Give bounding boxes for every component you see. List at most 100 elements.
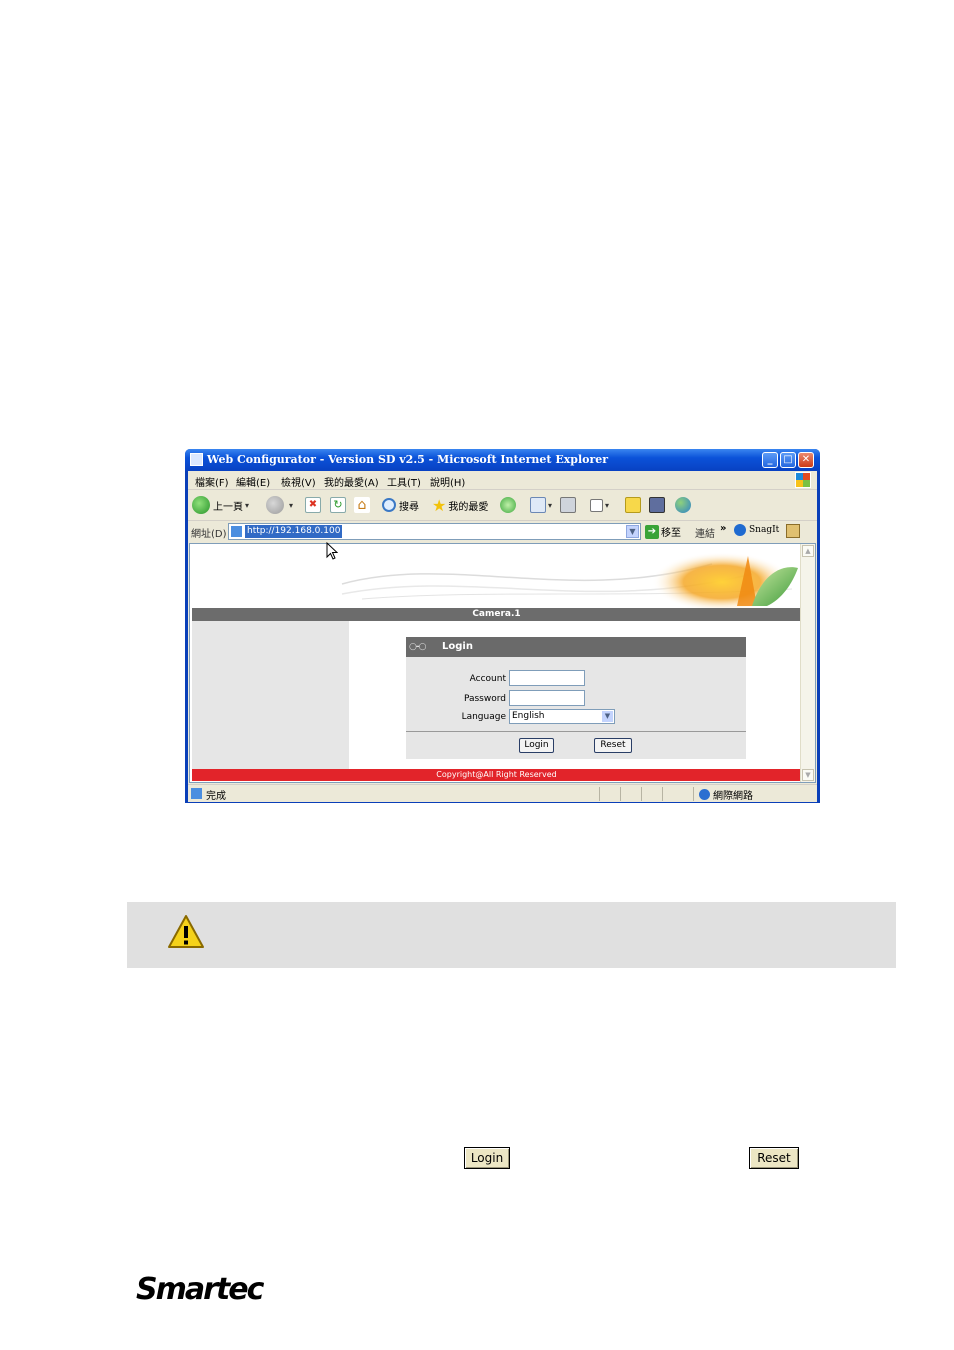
menu-edit[interactable]: 編輯(E) [236, 474, 270, 489]
address-bar: 網址(D) http://192.168.0.100 ▼ ➔ 移至 連結 » S… [188, 521, 817, 543]
windows-logo-icon [795, 472, 811, 488]
menu-help[interactable]: 說明(H) [430, 474, 465, 489]
research-icon [649, 497, 665, 513]
history-icon [500, 497, 516, 513]
title-bar: Web Configurator - Version SD v2.5 - Mic… [185, 449, 820, 471]
address-dropdown-icon[interactable]: ▼ [626, 525, 639, 538]
status-divider [620, 787, 621, 801]
doc-reset-button-image: Reset [749, 1147, 799, 1169]
mouse-cursor-icon [326, 542, 338, 560]
snagit-icon [734, 524, 746, 536]
page-viewport: Camera.1 ○-○ Login Account Password Lang… [189, 543, 816, 783]
search-label: 搜尋 [399, 501, 419, 513]
refresh-icon: ↻ [330, 497, 346, 513]
research-button[interactable] [649, 495, 665, 515]
globe-icon [699, 789, 710, 800]
vertical-scrollbar[interactable]: ▲ ▼ [800, 544, 815, 782]
status-bar: 完成 網際網路 [188, 784, 817, 803]
status-divider [641, 787, 642, 801]
status-divider [599, 787, 600, 801]
warning-icon [168, 915, 204, 948]
go-arrow-icon: ➔ [645, 524, 659, 539]
window-body: 檔案(F) 編輯(E) 檢視(V) 我的最愛(A) 工具(T) 說明(H) 上一… [188, 471, 817, 802]
menu-file[interactable]: 檔案(F) [195, 474, 229, 489]
toolbar: 上一頁 ▾ ▾ ✖ ↻ ⌂ 搜尋 ★ 我的最愛 ▾ ▾ [188, 490, 817, 521]
forward-button[interactable]: ▾ [266, 495, 293, 515]
account-label: Account [469, 674, 506, 684]
home-button[interactable]: ⌂ [354, 495, 370, 515]
scroll-up-icon[interactable]: ▲ [802, 545, 814, 557]
mail-dropdown-icon: ▾ [548, 500, 553, 510]
favorites-label: 我的最愛 [448, 501, 489, 513]
camera-title-bar: Camera.1 [192, 608, 801, 621]
login-title: Login [442, 641, 473, 652]
account-input[interactable] [509, 670, 585, 686]
snagit-capture-icon[interactable] [786, 524, 800, 538]
search-icon [382, 498, 396, 512]
edit-icon [590, 498, 603, 512]
doc-login-button-image: Login [464, 1147, 510, 1169]
minimize-button[interactable]: _ [762, 452, 778, 468]
address-url: http://192.168.0.100 [245, 525, 343, 538]
stop-button[interactable]: ✖ [305, 495, 321, 515]
banner [192, 544, 801, 608]
login-button[interactable]: Login [519, 738, 554, 753]
divider [406, 731, 746, 732]
links-label[interactable]: 連結 [695, 525, 715, 540]
forward-arrow-icon [266, 496, 284, 514]
address-input[interactable]: http://192.168.0.100 ▼ [228, 523, 641, 540]
star-icon: ★ [432, 495, 447, 515]
browser-window: Web Configurator - Version SD v2.5 - Mic… [185, 449, 820, 803]
messenger-button[interactable] [675, 495, 694, 515]
key-icon: ○-○ [409, 642, 426, 652]
password-input[interactable] [509, 690, 585, 706]
language-label: Language [461, 712, 506, 722]
maximize-button[interactable]: □ [780, 452, 796, 468]
stop-icon: ✖ [305, 497, 321, 513]
chevron-icon[interactable]: » [720, 523, 726, 534]
close-button[interactable]: ✕ [798, 452, 814, 468]
page-done-icon [191, 788, 202, 799]
smartec-logo: Smartec [136, 1272, 264, 1307]
status-divider [693, 787, 694, 801]
menu-bar: 檔案(F) 編輯(E) 檢視(V) 我的最愛(A) 工具(T) 說明(H) [188, 471, 817, 490]
go-button[interactable]: ➔ 移至 [645, 524, 681, 539]
reset-button[interactable]: Reset [594, 738, 632, 753]
snagit-label: SnagIt [749, 525, 780, 535]
side-panel [192, 621, 349, 769]
refresh-button[interactable]: ↻ [330, 495, 346, 515]
login-header: ○-○ Login [406, 637, 746, 657]
search-button[interactable]: 搜尋 [382, 495, 419, 515]
ie-page-icon [190, 453, 203, 466]
address-label: 網址(D) [191, 529, 227, 540]
edit-button[interactable]: ▾ [590, 495, 609, 515]
chevron-down-icon[interactable]: ▼ [602, 711, 613, 722]
discuss-button[interactable] [625, 495, 641, 515]
banner-graphic [341, 552, 798, 608]
favorites-button[interactable]: ★ 我的最愛 [432, 495, 488, 515]
menu-view[interactable]: 檢視(V) [281, 474, 316, 489]
status-text: 完成 [206, 791, 226, 802]
note-icon [625, 497, 641, 513]
history-button[interactable] [500, 495, 519, 515]
messenger-icon [675, 497, 691, 513]
mail-button[interactable]: ▾ [530, 495, 552, 515]
window-title: Web Configurator - Version SD v2.5 - Mic… [207, 453, 609, 466]
copyright-bar: Copyright@All Right Reserved [192, 769, 801, 781]
menu-tools[interactable]: 工具(T) [387, 474, 421, 489]
page-icon [231, 526, 242, 537]
security-zone: 網際網路 [699, 787, 753, 802]
go-label: 移至 [661, 528, 681, 539]
snagit-button[interactable]: SnagIt [734, 524, 779, 536]
back-arrow-icon [192, 496, 210, 514]
caution-box [127, 902, 896, 968]
back-label: 上一頁 [213, 501, 243, 513]
back-button[interactable]: 上一頁 ▾ [192, 495, 249, 515]
print-button[interactable] [560, 495, 576, 515]
scroll-down-icon[interactable]: ▼ [802, 769, 814, 781]
back-dropdown-icon: ▾ [245, 500, 250, 510]
language-value: English [512, 711, 545, 721]
print-icon [560, 497, 576, 513]
language-select[interactable]: English ▼ [509, 709, 615, 724]
menu-favorites[interactable]: 我的最愛(A) [324, 474, 379, 489]
